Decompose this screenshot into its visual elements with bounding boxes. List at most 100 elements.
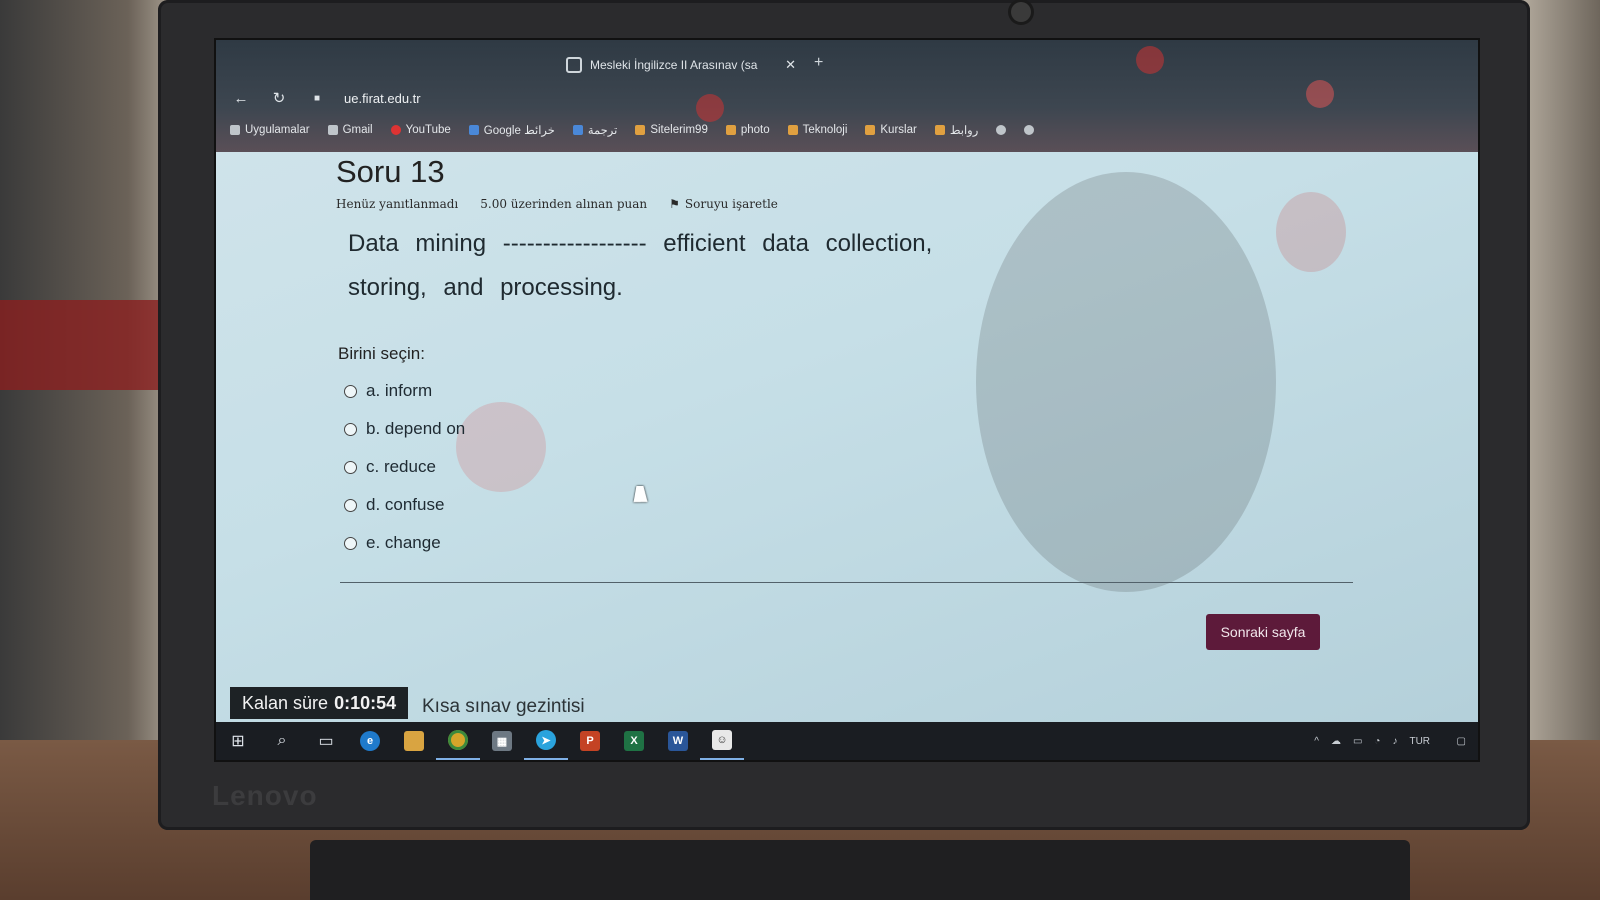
answer-option[interactable]: b. depend on (344, 410, 465, 448)
cloud-icon[interactable]: ☁ (1331, 736, 1341, 747)
timer-label: Kalan süre (242, 692, 329, 713)
bookmark-label: روابط (949, 125, 979, 137)
bookmark-youtube[interactable]: YouTube (390, 124, 451, 136)
store-icon[interactable]: ▦ (480, 722, 524, 760)
answer-option[interactable]: c. reduce (344, 448, 465, 486)
youtube-icon (390, 125, 401, 135)
reload-icon[interactable]: ↻ (268, 89, 290, 107)
browser-chrome: Mesleki İngilizce II Arasınav (sa ✕ + ← … (216, 40, 1478, 152)
bookmark-label: Sitelerim99 (650, 124, 708, 136)
question-line: Data mining ------------------ efficient… (348, 230, 933, 257)
option-label: d. confuse (366, 495, 445, 514)
maps-icon (468, 125, 479, 135)
question-info: Henüz yanıtlanmadı 5.00 üzerinden alınan… (336, 197, 778, 211)
screen-reflection (456, 402, 546, 492)
globe-icon (1024, 125, 1035, 135)
bookmark-gmail[interactable]: Gmail (327, 124, 373, 136)
translate-icon (572, 125, 583, 135)
chrome-icon[interactable] (436, 722, 480, 760)
bookmark-label: photo (740, 124, 770, 136)
close-icon[interactable]: ✕ (785, 57, 796, 73)
screen-reflection (1276, 192, 1346, 272)
answer-option[interactable]: e. change (344, 524, 465, 562)
folder-icon (934, 125, 945, 135)
answer-prompt: Birini seçin: (338, 344, 425, 363)
bookmark-folder[interactable]: Sitelerim99 (635, 124, 708, 136)
clock[interactable] (1442, 735, 1445, 747)
edge-icon[interactable]: e (348, 722, 392, 760)
windows-start-icon[interactable]: ⊞ (216, 722, 260, 760)
next-page-button[interactable]: Sonraki sayfa (1206, 614, 1320, 650)
radio-button[interactable] (344, 498, 357, 512)
answer-option[interactable]: a. inform (344, 372, 465, 410)
apps-grid-icon (230, 125, 240, 135)
question-score: 5.00 üzerinden alınan puan (480, 197, 648, 211)
wifi-icon[interactable]: ◔ (1374, 736, 1380, 747)
webcam (1011, 2, 1031, 22)
question-title: Soru 13 (336, 154, 445, 189)
new-tab-icon[interactable]: + (814, 54, 823, 72)
language-indicator[interactable]: TUR (1409, 736, 1430, 747)
file-explorer-icon[interactable] (392, 722, 436, 760)
gmail-icon (327, 125, 338, 135)
browser-tab[interactable]: Mesleki İngilizce II Arasınav (sa ✕ (566, 52, 796, 78)
radio-button[interactable] (344, 460, 357, 474)
bookmark-label: Teknoloji (802, 124, 848, 136)
volume-icon[interactable]: ♪ (1392, 736, 1397, 747)
option-label: e. change (366, 533, 441, 552)
question-text: Data mining ------------------ efficient… (348, 222, 1048, 310)
tab-title: Mesleki İngilizce II Arasınav (sa (590, 58, 758, 72)
battery-icon[interactable]: ▭ (1353, 736, 1362, 747)
bookmark-folder[interactable]: Kurslar (865, 124, 917, 136)
radio-button[interactable] (344, 384, 357, 398)
globe-icon (996, 125, 1007, 135)
powerpoint-icon[interactable]: P (568, 722, 612, 760)
bookmark-label: Uygulamalar (245, 124, 310, 136)
system-tray: ^ ☁ ▭ ◔ ♪ TUR ▢ (1314, 735, 1478, 747)
question-line: storing, and processing. (348, 274, 623, 301)
search-icon[interactable]: ⌕ (260, 722, 304, 760)
tab-favicon-icon (566, 57, 582, 73)
flag-icon: ⚑ (669, 197, 680, 211)
bookmark-label: Google خرائط (483, 125, 555, 137)
bookmark-folder[interactable]: Teknoloji (787, 124, 848, 136)
address-bar[interactable]: ue.firat.edu.tr (344, 91, 421, 106)
flag-question-link[interactable]: ⚑ Soruyu işaretle (669, 197, 778, 211)
chevron-up-icon[interactable]: ^ (1314, 736, 1319, 747)
bookmark-globe[interactable] (1024, 125, 1035, 135)
option-label: a. inform (366, 381, 433, 400)
background-red-cloth (0, 300, 160, 390)
answer-options: a. inform b. depend on c. reduce d. conf… (344, 372, 465, 562)
option-label: b. depend on (366, 419, 466, 438)
notifications-icon[interactable]: ▢ (1457, 736, 1466, 747)
excel-icon[interactable]: X (612, 722, 656, 760)
answer-option[interactable]: d. confuse (344, 486, 465, 524)
bookmark-apps[interactable]: Uygulamalar (230, 124, 310, 136)
bookmark-globe[interactable] (996, 125, 1007, 135)
taskbar: ⊞ ⌕ ▭ e ▦ ➤ P X W ☺ ^ ☁ ▭ ◔ ♪ TUR ▢ (216, 722, 1478, 760)
bookmark-label: Gmail (342, 124, 373, 136)
flag-question-label: Soruyu işaretle (684, 197, 778, 211)
word-icon[interactable]: W (656, 722, 700, 760)
folder-icon (635, 125, 646, 135)
quiz-page: Soru 13 Henüz yanıtlanmadı 5.00 üzerinde… (216, 152, 1478, 722)
radio-button[interactable] (344, 536, 357, 550)
bookmark-translate[interactable]: ترجمة (572, 123, 617, 137)
time-remaining: Kalan süre 0:10:54 (230, 687, 409, 719)
task-view-icon[interactable]: ▭ (304, 722, 348, 760)
bookmark-folder[interactable]: روابط (934, 123, 979, 137)
question-status: Henüz yanıtlanmadı (336, 197, 459, 211)
folder-icon (865, 125, 876, 135)
contact-app-icon[interactable]: ☺ (700, 722, 744, 760)
telegram-icon[interactable]: ➤ (524, 722, 568, 760)
back-icon[interactable]: ← (230, 90, 252, 107)
reflection-spot (1136, 46, 1164, 74)
bookmark-google-maps[interactable]: Google خرائط (468, 123, 555, 137)
laptop-hinge (310, 840, 1410, 900)
bookmark-folder[interactable]: photo (725, 124, 770, 136)
quiz-navigation-link[interactable]: Kısa sınav gezintisi (422, 696, 585, 718)
radio-button[interactable] (344, 422, 357, 436)
laptop-brand: Lenovo (212, 780, 318, 811)
bookmarks-bar: Uygulamalar Gmail YouTube Google خرائط ت… (230, 118, 1464, 142)
navigation-bar: ← ↻ ■ ue.firat.edu.tr (230, 84, 1464, 112)
